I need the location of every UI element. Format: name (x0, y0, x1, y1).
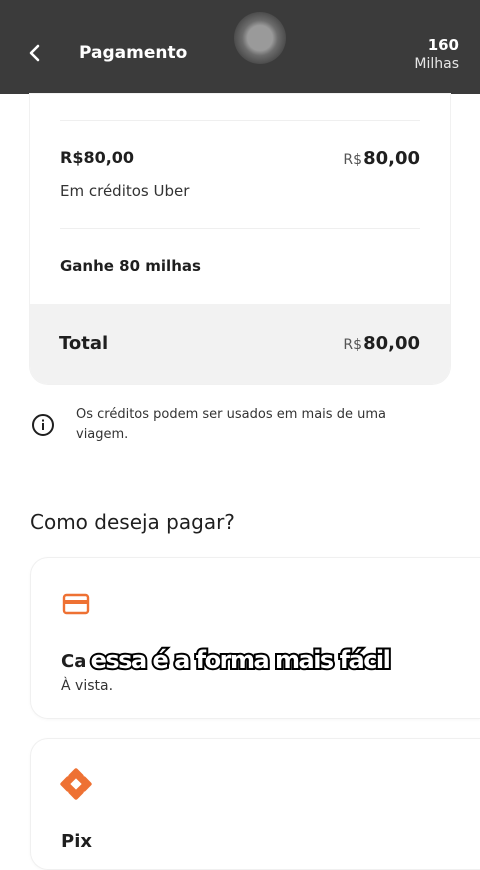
payment-section-title: Como deseja pagar? (30, 510, 235, 534)
price-currency: R$ (343, 152, 363, 168)
total-label: Total (59, 333, 109, 354)
price-value: 80,00 (363, 148, 420, 169)
credit-amount: R$80,00 (60, 148, 135, 167)
back-arrow-icon[interactable] (24, 42, 46, 64)
credit-card-icon (62, 593, 90, 615)
video-caption: essa é a forma mais fácil (89, 644, 393, 676)
payment-option-title: Pix (61, 831, 92, 852)
payment-option-card[interactable]: Ca À vista. (30, 557, 480, 719)
payment-option-subtitle: À vista. (61, 678, 114, 694)
divider (60, 228, 420, 229)
total-amount: 80,00 (363, 333, 420, 354)
total-value: R$80,00 (343, 333, 420, 354)
pix-icon (60, 768, 92, 800)
payment-option-pix[interactable]: Pix (30, 738, 480, 870)
camera-cutout (234, 12, 286, 64)
page-title: Pagamento (79, 43, 188, 63)
order-summary-card: R$80,00 R$80,00 Em créditos Uber Ganhe 8… (30, 94, 450, 384)
divider (60, 120, 420, 121)
total-currency: R$ (343, 337, 363, 353)
miles-count: 160 (427, 36, 459, 54)
credit-price: R$80,00 (343, 148, 420, 169)
miles-label: Milhas (414, 56, 459, 72)
credit-description: Em créditos Uber (60, 182, 190, 200)
app-header: Pagamento 160 Milhas (0, 0, 480, 94)
info-icon (32, 414, 54, 436)
total-row: Total R$80,00 (30, 304, 450, 384)
info-message: Os créditos podem ser usados em mais de … (76, 407, 386, 442)
miles-reward: Ganhe 80 milhas (60, 257, 201, 275)
